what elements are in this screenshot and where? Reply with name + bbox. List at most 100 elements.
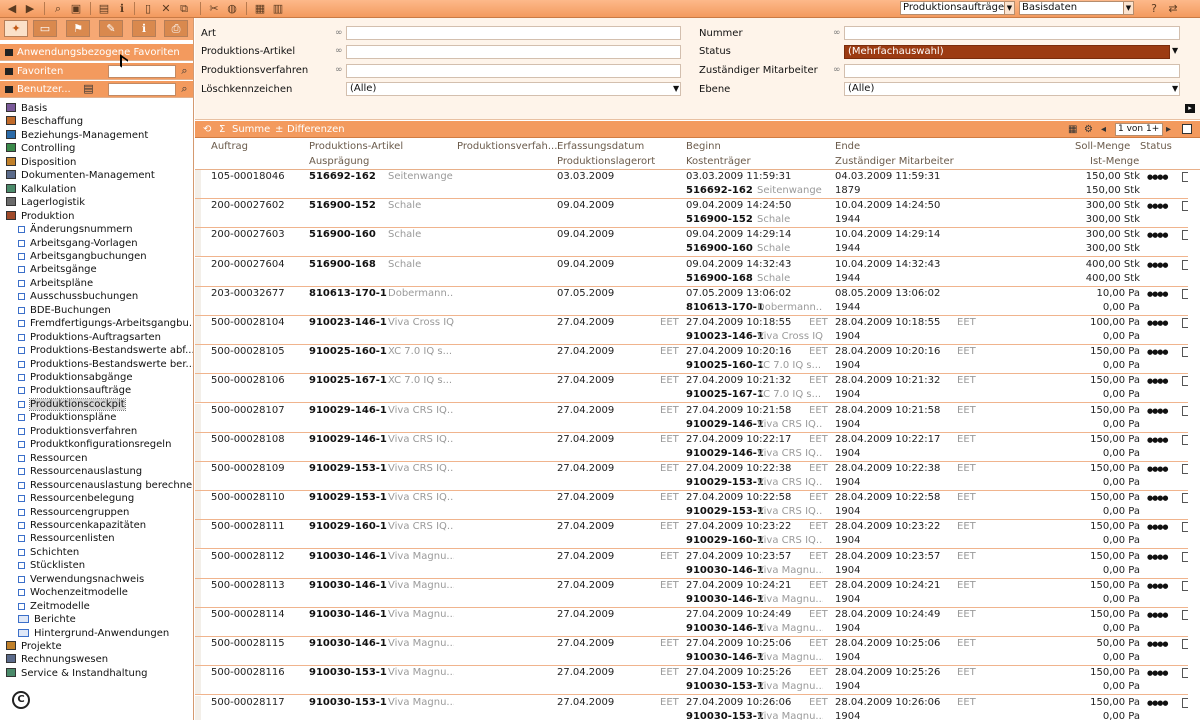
flag-icon[interactable]: ⚑ [66,20,90,37]
arrow-left-icon[interactable]: ◀ [4,1,20,16]
table-row[interactable]: 500-00028112 910030-146-1 Viva Magnu... 27.… [195,549,1200,579]
tools-icon[interactable]: ✂ [206,1,222,16]
tree-item[interactable]: Produktionscockpit [18,397,126,412]
table-row[interactable]: 500-00028104 910023-146-1 Viva Cross IQ 27.… [195,316,1200,345]
tree-item[interactable]: Verwendungsnachweis [18,573,144,587]
table-row[interactable]: 200-00027603 516900-160 Schale 09.04.2009 09… [195,228,1200,258]
window-icon[interactable]: ▤ [96,1,112,16]
print-icon[interactable]: ⎙ [164,20,188,37]
chevron-down-icon[interactable]: ▼ [1172,84,1178,93]
col-erfassungsdatum[interactable]: Erfassungsdatum [557,141,644,152]
chevron-down-icon[interactable]: ▼ [1172,46,1178,55]
prev-page-icon[interactable]: ◂ [1101,121,1106,138]
col-zustaendiger-mitarbeiter[interactable]: Zuständiger Mitarbeiter [835,156,954,167]
tree-item[interactable]: Zeitmodelle [18,600,90,614]
user-menu-icon[interactable]: ▤ [82,82,95,96]
tree-item[interactable]: Arbeitsgänge [18,263,97,277]
col-produktionslagerort[interactable]: Produktionslagerort [557,156,655,167]
window-icon[interactable]: ▭ [33,20,57,37]
col-produktions-artikel[interactable]: Produktions-Artikel [309,141,403,152]
folder-icon[interactable]: ▣ [68,1,84,16]
table-row[interactable]: 500-00028111 910029-160-1 Viva CRS IQ... 27… [195,520,1200,550]
differenzen-button[interactable]: Differenzen [287,121,345,138]
table-row[interactable]: 200-00027602 516900-152 Schale 09.04.2009 09… [195,199,1200,229]
info-icon[interactable]: ℹ [132,20,156,37]
loesch-select[interactable]: (Alle) [346,82,681,96]
table-row[interactable]: 500-00028108 910029-146-1 Viva CRS IQ... 27… [195,432,1200,462]
tree-item[interactable]: Stücklisten [18,559,85,573]
tree-item[interactable]: Produktion [6,210,75,224]
new-doc-icon[interactable]: ▯ [140,1,156,16]
tree-item[interactable]: Produktionsaufträge [18,384,131,398]
table-row[interactable]: 500-00028115 910030-146-1 Viva Magnu... 27.… [195,637,1200,667]
tree-item[interactable]: Produktionspläne [18,411,116,425]
export-icon[interactable]: ▦ [1068,121,1077,138]
tree-item[interactable]: Produktions-Auftragsarten [18,331,161,345]
tree-item[interactable]: Beziehungs-Management [6,129,148,143]
tree-item[interactable]: Dokumenten-Management [6,169,155,183]
artikel-field[interactable] [346,45,681,59]
table-row[interactable]: 500-00028117 910030-153-1 Viva Magnu... 27.… [195,695,1200,720]
tree-item[interactable]: Hintergrund-Anwendungen [18,627,169,641]
search-icon[interactable]: ⌕ [178,64,191,78]
tree-item[interactable]: Basis [6,102,47,116]
tree-item[interactable]: Arbeitsgangbuchungen [18,250,147,264]
tools-icon[interactable]: ✎ [99,20,123,37]
col-auftrag[interactable]: Auftrag [211,141,248,152]
tree-item[interactable]: Ausschussbuchungen [18,290,138,304]
table-row[interactable]: 500-00028109 910029-153-1 Viva CRS IQ... 27… [195,462,1200,491]
tree-item[interactable]: Produktionsabgänge [18,371,133,385]
vertical-scrollbar[interactable] [1188,170,1200,720]
tree-item[interactable]: Ressourcenlisten [18,532,115,546]
tree-item[interactable]: Ressourcenauslastung [18,465,142,479]
table-row[interactable]: 105-00018046 516692-162 Seitenwange ... 03.… [195,170,1200,199]
tree-item[interactable]: Service & Instandhaltung [6,667,148,681]
delete-icon[interactable]: ✕ [158,1,174,16]
globe-icon[interactable]: ◍ [224,1,240,16]
tree-item[interactable]: Ressourcen [18,452,87,466]
binoculars-icon[interactable]: ⌕ [50,1,66,16]
next-page-icon[interactable]: ▸ [1166,121,1171,138]
copy-icon[interactable]: ⧉ [176,1,192,16]
table-row[interactable]: 500-00028114 910030-146-1 Viva Magnu... 27.… [195,608,1200,637]
tree-item[interactable]: Produktions-Bestandswerte ber... [18,358,193,372]
tree-item[interactable]: Arbeitsgang-Vorlagen [18,237,138,251]
tree-item[interactable]: Ressourcenbelegung [18,492,134,506]
settings-icon[interactable]: ⚙ [1084,121,1093,138]
star-icon[interactable]: ✦ [4,20,28,37]
table-row[interactable]: 500-00028116 910030-153-1 Viva Magnu... 27.… [195,666,1200,696]
table-row[interactable]: 200-00027604 516900-168 Schale 09.04.2009 09… [195,257,1200,287]
nummer-field[interactable] [844,26,1180,40]
tree-item[interactable]: Projekte [6,640,62,654]
sum-icon[interactable]: Σ [219,121,225,138]
tree-item[interactable]: Fremdfertigungs-Arbeitsgangbu... [18,317,193,331]
tree-item[interactable]: Disposition [6,156,76,170]
art-field[interactable] [346,26,681,40]
collapse-filter-icon[interactable]: ▸ [1185,104,1195,113]
col-produktionsverfahren[interactable]: Produktionsverfah... [457,141,557,152]
tree-item[interactable]: Ressourcengruppen [18,506,129,520]
diff-icon[interactable]: ± [275,121,283,138]
tree-item[interactable]: Produktionsverfahren [18,425,137,439]
app-favorites-bar[interactable]: Anwendungsbezogene Favoriten [0,44,193,61]
table-row[interactable]: 500-00028105 910025-160-1 XC 7.0 IQ s... 27… [195,345,1200,375]
ebene-select[interactable]: (Alle) [844,82,1180,96]
col-kostentraeger[interactable]: Kostenträger [686,156,751,167]
col-soll-menge[interactable]: Soll-Menge [1075,141,1130,152]
arrows-icon[interactable]: ⇄ [1165,1,1181,16]
tree-item[interactable]: Beschaffung [6,115,83,129]
tree-item[interactable]: Ressourcenauslastung berechnen [18,479,193,493]
table-row[interactable]: 500-00028106 910025-167-1 XC 7.0 IQ s... 27… [195,374,1200,404]
chevron-down-icon[interactable]: ▼ [673,84,679,93]
search-icon[interactable]: ⌕ [178,82,191,96]
tree-item[interactable]: Änderungsnummern [18,223,133,237]
refresh-icon[interactable]: ⟲ [203,121,211,138]
table-row[interactable]: 500-00028107 910029-146-1 Viva CRS IQ... 27… [195,403,1200,433]
col-beginn[interactable]: Beginn [686,141,721,152]
favorites-bar[interactable]: Favoriten ⌕ [0,63,193,80]
view-select[interactable]: Basisdaten ▼ [1019,1,1134,15]
chart-icon[interactable]: ▥ [270,1,286,16]
mitarbeiter-field[interactable] [844,64,1180,78]
verfahren-field[interactable] [346,64,681,78]
tree-item[interactable]: Arbeitspläne [18,277,93,291]
